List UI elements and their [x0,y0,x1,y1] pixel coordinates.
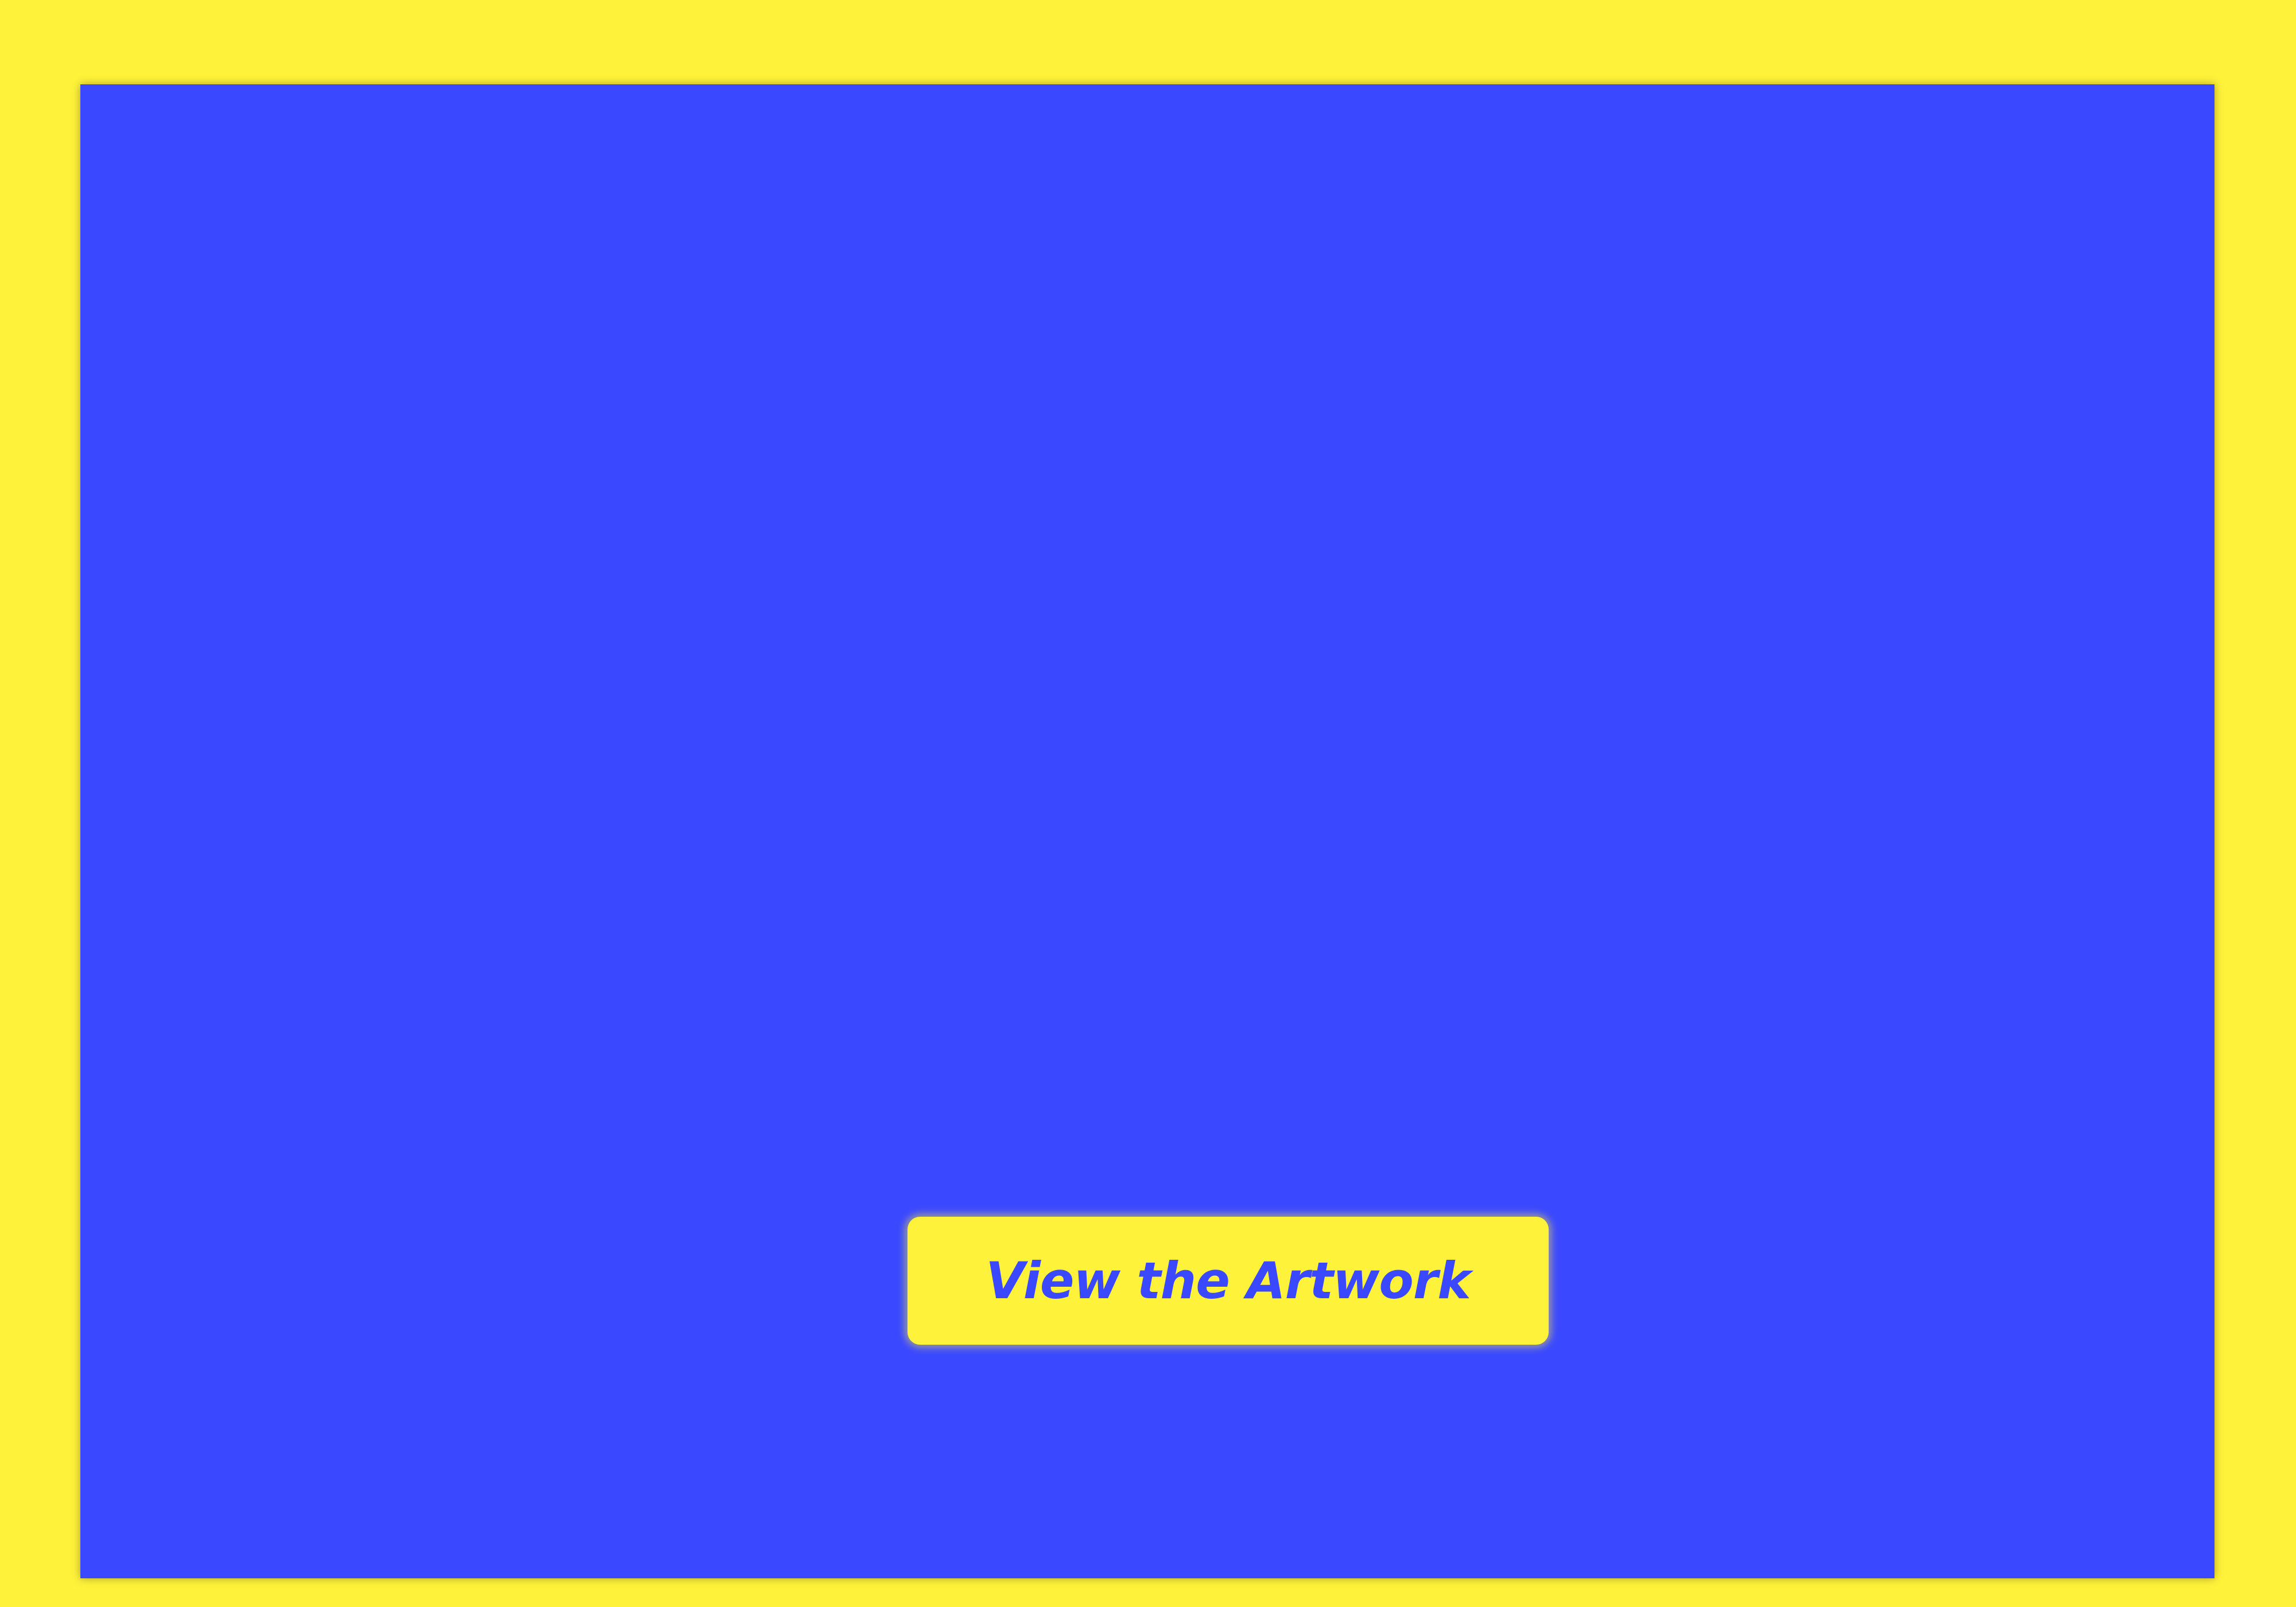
artwork-panel: View the Artwork [80,84,2214,1578]
view-artwork-label: View the Artwork [986,1251,1471,1310]
view-artwork-button[interactable]: View the Artwork [907,1217,1549,1345]
